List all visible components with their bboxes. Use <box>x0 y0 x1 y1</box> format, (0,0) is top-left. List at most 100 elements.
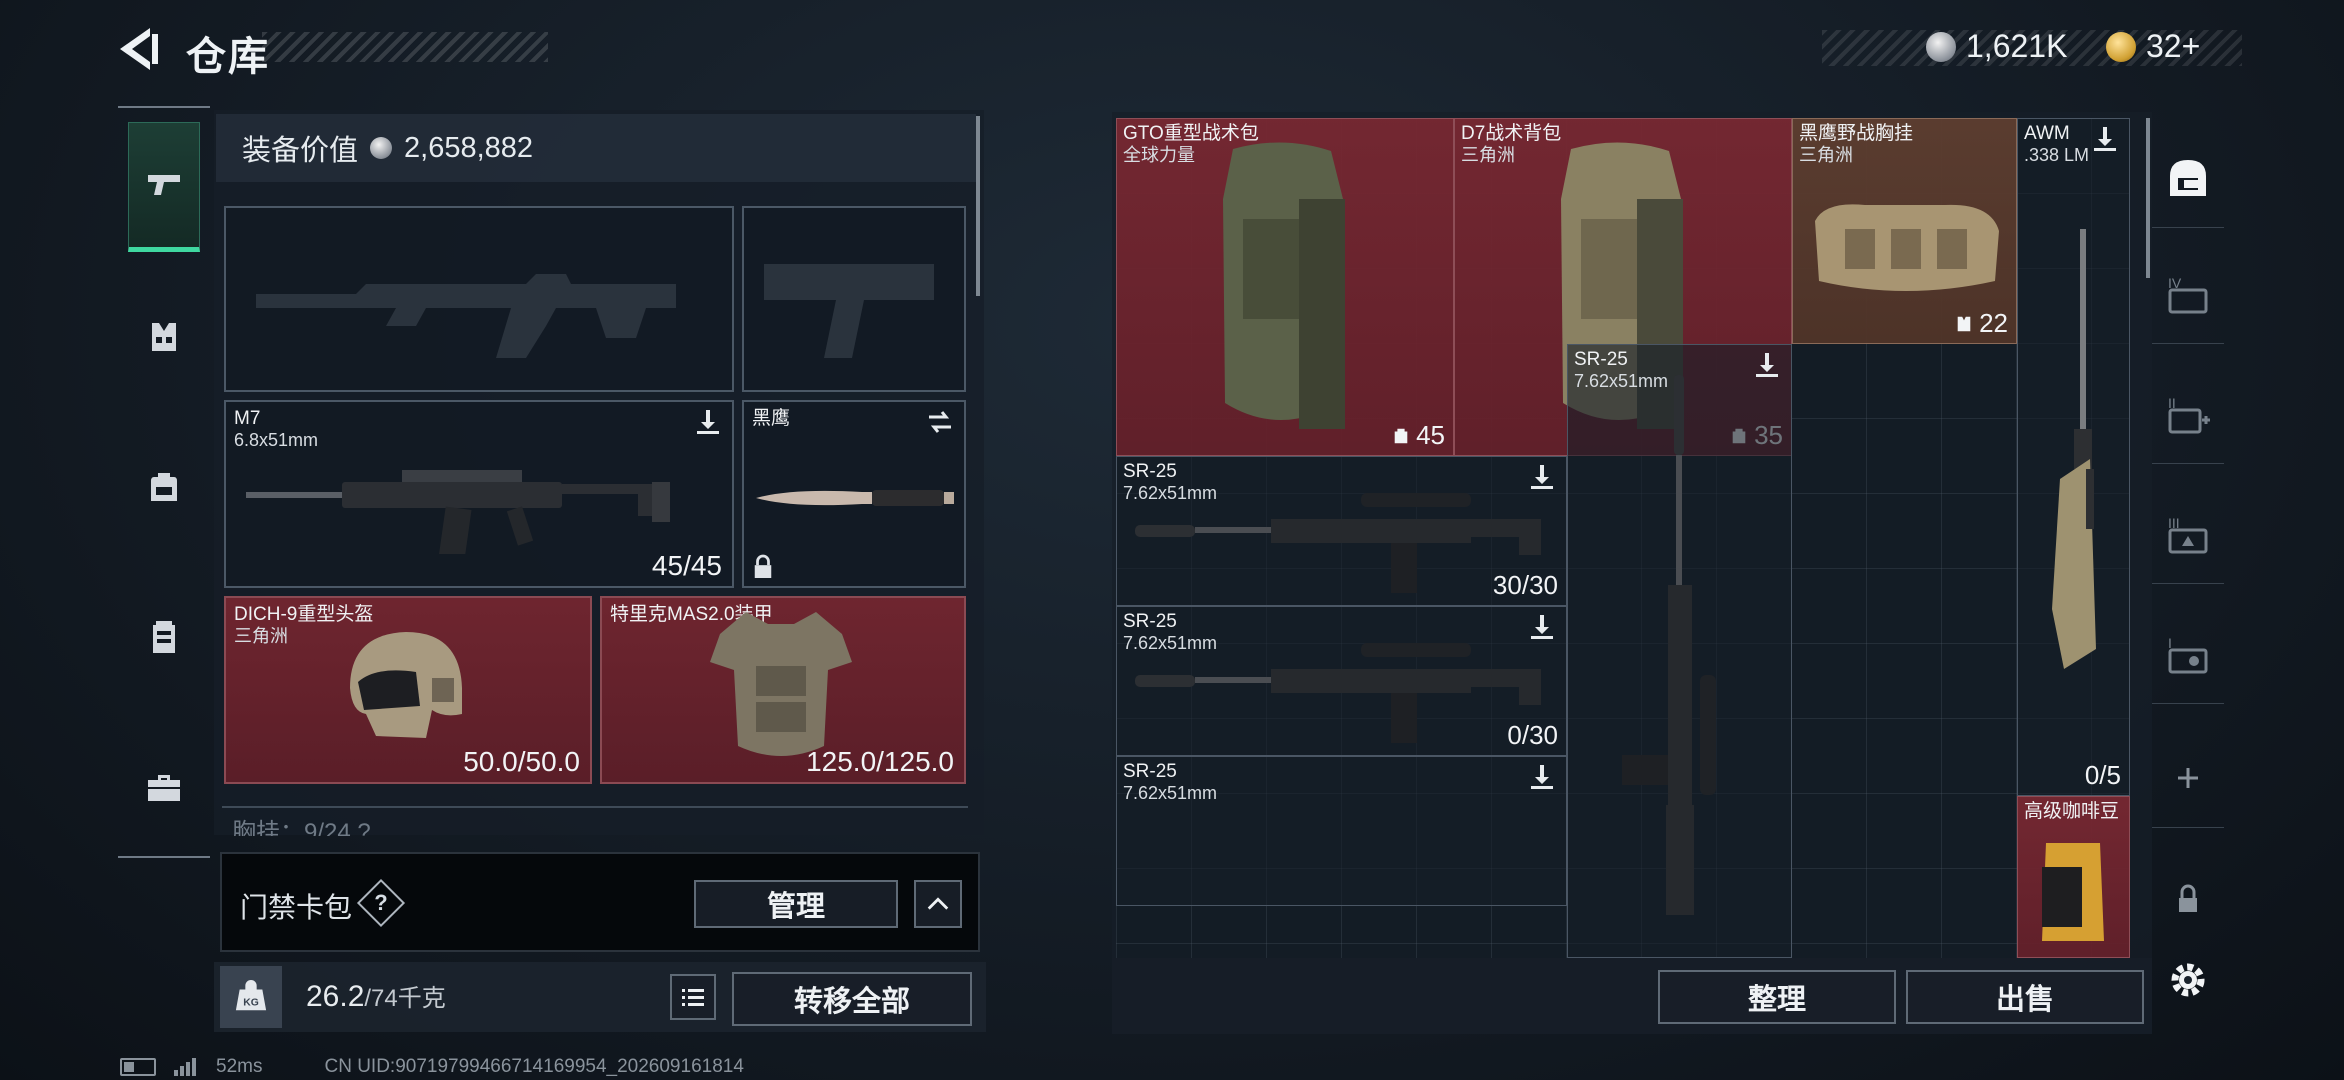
list-icon <box>682 989 704 1006</box>
helmet-durability: 50.0/50.0 <box>463 746 580 777</box>
swap-icon[interactable] <box>926 408 954 436</box>
tab-safebox[interactable] <box>128 722 200 852</box>
item-sub: .338 LM <box>2024 145 2090 165</box>
helmet-icon <box>350 632 462 738</box>
primary-weapon-slot[interactable]: M7 6.8x51mm 45/45 <box>224 400 734 588</box>
pouch-icon <box>153 621 175 653</box>
silver-coin-icon <box>370 137 393 159</box>
carry-weight: 26.2/74千克 <box>306 978 446 1014</box>
storage-item[interactable]: SR-25 7.62x51mm 30/30 <box>1116 456 1567 606</box>
back-arrow-icon <box>120 28 158 70</box>
storage-page-2-icon: II <box>2168 395 2210 433</box>
backpack-icon <box>151 473 177 501</box>
item-name: AWM <box>2024 123 2070 144</box>
gold-amount: 32+ <box>2146 28 2201 64</box>
storage-item[interactable]: SR-25 7.62x51mm 0/30 <box>1116 606 1567 756</box>
settings-button[interactable] <box>2152 930 2224 1030</box>
toolbox-icon <box>148 775 180 801</box>
equipment-value-bar: 装备价值 2,658,882 <box>216 114 976 182</box>
storage-item[interactable]: SR-25 7.62x51mm <box>1116 756 1567 906</box>
chevron-up-icon <box>927 897 949 910</box>
status-footer: 52ms CN UID:9071979946671416995​4_202609… <box>120 1056 744 1078</box>
user-uid: CN UID:9071979946671416995​4_20260916181… <box>324 1056 744 1077</box>
battery-icon <box>120 1058 156 1076</box>
armor-slot[interactable]: 特里克MAS2.0装甲 125.0/125.0 <box>600 596 966 784</box>
equipment-value: 2,658,882 <box>404 131 534 164</box>
empty-secondary-weapon-slot[interactable] <box>742 206 966 392</box>
item-count: 22 <box>1955 308 2008 339</box>
tab-backpack[interactable] <box>128 422 200 552</box>
transfer-all-button[interactable]: 转移全部 <box>732 972 972 1026</box>
tab-storage-2[interactable]: II <box>2152 364 2224 464</box>
item-sub: 全球力量 <box>1123 145 1195 165</box>
item-name: SR-25 <box>1574 349 1628 370</box>
plus-icon <box>2178 767 2198 788</box>
lock-icon <box>2179 884 2197 912</box>
item-count: 0/5 <box>2084 760 2121 790</box>
item-count: 45 <box>1392 420 1445 451</box>
download-icon[interactable] <box>2091 125 2119 153</box>
current-weight: 26.2 <box>306 980 365 1013</box>
tab-storage-1[interactable]: I <box>2152 604 2224 704</box>
tab-storage-all[interactable] <box>2152 128 2224 228</box>
tab-chest-rig[interactable] <box>128 272 200 402</box>
list-view-button[interactable] <box>670 974 716 1020</box>
rifle-silhouette-icon <box>256 274 676 358</box>
storage-page-3-icon: III <box>2168 515 2208 553</box>
chest-rig-small-icon <box>1957 316 1971 331</box>
max-weight: /74千克 <box>364 985 446 1012</box>
signal-icon <box>174 1058 196 1076</box>
svg-text:KG: KG <box>243 998 259 1009</box>
item-sub: 7.62x51mm <box>1123 783 1218 803</box>
weight-kg-icon: KG <box>220 966 282 1028</box>
item-count: 30/30 <box>1492 570 1558 600</box>
add-storage-button[interactable] <box>2152 728 2224 828</box>
item-sub: 三角洲 <box>1799 145 1853 165</box>
title-decoration <box>262 32 548 62</box>
expand-button[interactable] <box>914 880 962 928</box>
chest-rig-item-icon <box>1815 204 1999 291</box>
storage-item[interactable]: AWM .338 LM 0/5 <box>2017 118 2130 796</box>
page-title: 仓库 <box>186 35 270 79</box>
storage-grid: GTO重型战术包 全球力量 45 D7战术背包 三角洲 35 黑鹰野战胸挂 三角… <box>1116 118 2130 958</box>
storage-page-4-icon: IV <box>2168 275 2208 313</box>
sell-button[interactable]: 出售 <box>1906 970 2144 1024</box>
backpack-small-icon <box>1394 428 1408 443</box>
storage-item[interactable]: 黑鹰野战胸挂 三角洲 22 <box>1792 118 2017 344</box>
melee-name: 黑鹰 <box>752 408 791 429</box>
storage-item[interactable]: 高级咖啡豆 <box>2017 796 2130 958</box>
coffee-bag-icon <box>2042 843 2104 941</box>
download-icon[interactable] <box>1528 763 1556 791</box>
pistol-icon <box>148 175 180 195</box>
back-button[interactable] <box>116 24 162 74</box>
manage-button[interactable]: 管理 <box>694 880 898 928</box>
gold-currency[interactable]: 32+ <box>2106 28 2200 65</box>
gold-coin-icon <box>2106 31 2136 62</box>
storage-item[interactable]: SR-25 7.62x51mm <box>1567 344 1792 958</box>
silver-amount: 1,621K <box>1966 28 2068 64</box>
storage-scrollbar[interactable] <box>2146 118 2150 278</box>
melee-weapon-slot[interactable]: 黑鹰 <box>742 400 966 588</box>
ammo-count: 45/45 <box>651 550 722 581</box>
sr25-rifle-icon <box>1135 493 1541 593</box>
sr25-rifle-icon <box>1135 643 1541 743</box>
ping: 52ms <box>216 1056 263 1077</box>
sr25-vertical-rifle-icon <box>1622 375 1716 915</box>
storage-page-1-icon: I <box>2168 635 2208 673</box>
awm-rifle-icon <box>2052 229 2096 669</box>
tab-storage-3[interactable]: III <box>2152 484 2224 584</box>
tactical-backpack-icon <box>1223 142 1345 429</box>
tab-pouch[interactable] <box>128 572 200 702</box>
storage-item[interactable]: GTO重型战术包 全球力量 45 <box>1116 118 1454 456</box>
knife-icon <box>756 490 954 506</box>
helmet-slot[interactable]: DICH-9重型头盔 三角洲 50.0/50.0 <box>224 596 592 784</box>
keycard-label: 门禁卡包 <box>240 892 353 923</box>
loadout-scrollbar[interactable] <box>976 116 980 296</box>
download-icon[interactable] <box>1753 351 1781 379</box>
tab-weapons[interactable] <box>128 122 200 252</box>
silver-coin-icon <box>1926 31 1956 62</box>
tab-storage-4[interactable]: IV <box>2152 244 2224 344</box>
empty-primary-weapon-slot[interactable] <box>224 206 734 392</box>
item-name: 高级咖啡豆 <box>2024 801 2120 822</box>
sort-button[interactable]: 整理 <box>1658 970 1896 1024</box>
